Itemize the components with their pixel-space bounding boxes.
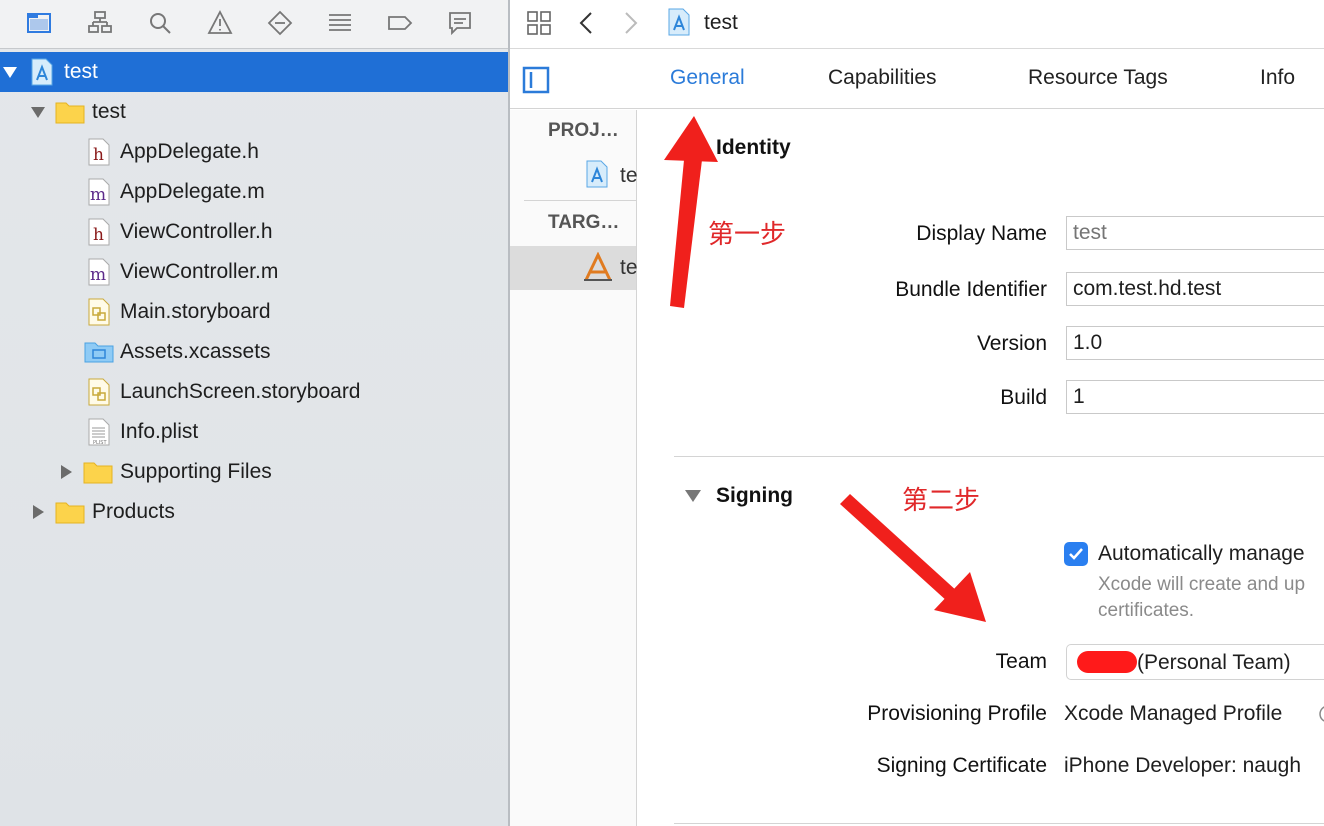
step-one-annotation: 第一步: [708, 220, 787, 250]
arrow-up-annotation-icon: [664, 116, 718, 308]
step-two-annotation: 第二步: [902, 486, 981, 516]
annotation-overlay: [664, 116, 986, 622]
